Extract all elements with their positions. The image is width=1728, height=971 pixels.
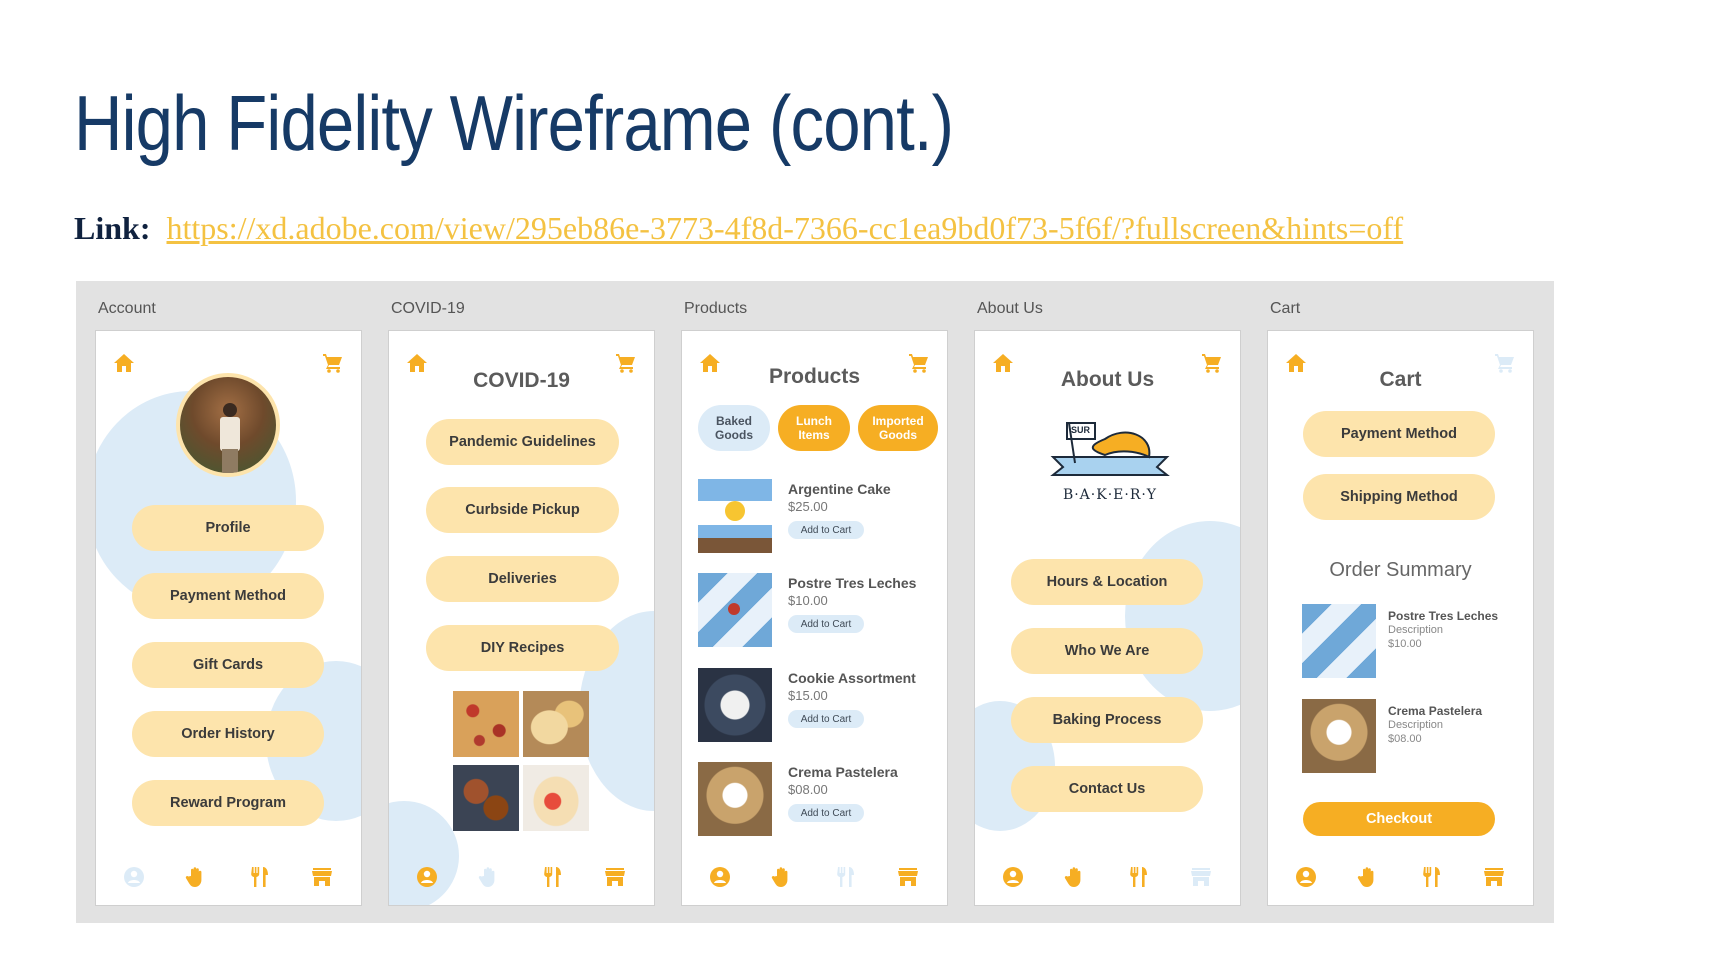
product-name: Crema Pastelera xyxy=(788,764,898,780)
product-name: Postre Tres Leches xyxy=(788,575,917,591)
home-icon[interactable] xyxy=(112,351,136,375)
cart-icon[interactable] xyxy=(321,351,345,375)
hand-icon[interactable] xyxy=(1063,865,1087,889)
fork-knife-icon[interactable] xyxy=(1127,865,1151,889)
logo-wordmark: B·A·K·E·R·Y xyxy=(1062,487,1158,503)
fork-knife-icon[interactable] xyxy=(248,865,272,889)
reward-program-button[interactable]: Reward Program xyxy=(132,780,324,826)
tab-bar xyxy=(96,857,361,897)
screen-title: COVID-19 xyxy=(473,369,570,392)
summary-item-image xyxy=(1302,604,1376,678)
prototype-link[interactable]: https://xd.adobe.com/view/295eb86e-3773-… xyxy=(166,210,1403,246)
account-icon[interactable] xyxy=(415,865,439,889)
pandemic-guidelines-button[interactable]: Pandemic Guidelines xyxy=(426,419,619,465)
about-screen: About Us SUR B·A·K·E·R·Y Hours & Locatio… xyxy=(974,330,1241,906)
filter-baked-goods[interactable]: Baked Goods xyxy=(698,405,770,451)
store-icon[interactable] xyxy=(1189,865,1213,889)
store-icon[interactable] xyxy=(310,865,334,889)
store-icon[interactable] xyxy=(896,865,920,889)
product-image[interactable] xyxy=(698,479,772,553)
screen-title: Cart xyxy=(1379,368,1422,391)
product-image[interactable] xyxy=(698,573,772,647)
product-name: Argentine Cake xyxy=(788,481,891,497)
who-we-are-button[interactable]: Who We Are xyxy=(1011,628,1203,674)
hand-icon[interactable] xyxy=(1356,865,1380,889)
add-to-cart-button[interactable]: Add to Cart xyxy=(788,521,864,539)
add-to-cart-button[interactable]: Add to Cart xyxy=(788,615,864,633)
recipe-photo[interactable] xyxy=(453,765,519,831)
product-price: $25.00 xyxy=(788,499,828,514)
slide-title: High Fidelity Wireframe (cont.) xyxy=(74,79,954,167)
products-screen: Products Baked Goods Lunch Items Importe… xyxy=(681,330,948,906)
gift-cards-button[interactable]: Gift Cards xyxy=(132,642,324,688)
tab-bar xyxy=(682,857,947,897)
croissant-logo-icon xyxy=(1050,422,1170,476)
checkout-button[interactable]: Checkout xyxy=(1303,802,1495,836)
order-summary-title: Order Summary xyxy=(1329,559,1472,581)
recipe-photo[interactable] xyxy=(523,691,589,757)
summary-item-description: Description xyxy=(1388,624,1444,636)
recipe-photo[interactable] xyxy=(523,765,589,831)
product-price: $15.00 xyxy=(788,688,828,703)
hand-icon[interactable] xyxy=(184,865,208,889)
screen-title: About Us xyxy=(1060,368,1155,391)
payment-method-button[interactable]: Payment Method xyxy=(1303,411,1495,457)
product-price: $10.00 xyxy=(788,593,828,608)
caption-cart: Cart xyxy=(1270,300,1301,317)
covid-screen: COVID-19 Pandemic Guidelines Curbside Pi… xyxy=(388,330,655,906)
account-screen: Profile Payment Method Gift Cards Order … xyxy=(95,330,362,906)
fork-knife-icon[interactable] xyxy=(541,865,565,889)
account-icon[interactable] xyxy=(708,865,732,889)
link-row: Link: https://xd.adobe.com/view/295eb86e… xyxy=(74,210,1403,247)
account-icon[interactable] xyxy=(122,865,146,889)
tab-bar xyxy=(975,857,1240,897)
hours-location-button[interactable]: Hours & Location xyxy=(1011,559,1203,605)
fork-knife-icon[interactable] xyxy=(834,865,858,889)
summary-item-price: $10.00 xyxy=(1388,638,1422,650)
diy-recipes-button[interactable]: DIY Recipes xyxy=(426,625,619,671)
store-icon[interactable] xyxy=(1482,865,1506,889)
summary-item-description: Description xyxy=(1388,719,1444,731)
add-to-cart-button[interactable]: Add to Cart xyxy=(788,710,864,728)
order-history-button[interactable]: Order History xyxy=(132,711,324,757)
bakery-logo: SUR B·A·K·E·R·Y xyxy=(1045,417,1175,513)
product-price: $08.00 xyxy=(788,782,828,797)
fork-knife-icon[interactable] xyxy=(1420,865,1444,889)
store-icon[interactable] xyxy=(603,865,627,889)
product-name: Cookie Assortment xyxy=(788,670,916,686)
caption-account: Account xyxy=(98,300,156,317)
caption-products: Products xyxy=(684,300,748,317)
contact-us-button[interactable]: Contact Us xyxy=(1011,766,1203,812)
summary-item-price: $08.00 xyxy=(1388,733,1422,745)
payment-method-button[interactable]: Payment Method xyxy=(132,573,324,619)
deliveries-button[interactable]: Deliveries xyxy=(426,556,619,602)
product-image[interactable] xyxy=(698,668,772,742)
summary-item-name: Crema Pastelera xyxy=(1388,704,1483,718)
filter-lunch-items[interactable]: Lunch Items xyxy=(778,405,850,451)
tab-bar xyxy=(1268,857,1533,897)
hand-icon[interactable] xyxy=(477,865,501,889)
avatar[interactable] xyxy=(176,373,280,477)
shipping-method-button[interactable]: Shipping Method xyxy=(1303,474,1495,520)
caption-covid: COVID-19 xyxy=(391,300,465,317)
screen-title: Products xyxy=(768,365,860,388)
baking-process-button[interactable]: Baking Process xyxy=(1011,697,1203,743)
summary-item-image xyxy=(1302,699,1376,773)
logo-flag-text: SUR xyxy=(1071,425,1091,435)
summary-item-name: Postre Tres Leches xyxy=(1388,609,1499,623)
add-to-cart-button[interactable]: Add to Cart xyxy=(788,804,864,822)
curbside-pickup-button[interactable]: Curbside Pickup xyxy=(426,487,619,533)
tab-bar xyxy=(389,857,654,897)
caption-about: About Us xyxy=(977,300,1043,317)
hand-icon[interactable] xyxy=(770,865,794,889)
product-image[interactable] xyxy=(698,762,772,836)
cart-screen: Cart Payment Method Shipping Method Orde… xyxy=(1267,330,1534,906)
bg-blob xyxy=(1125,521,1240,711)
filter-imported-goods[interactable]: Imported Goods xyxy=(858,405,938,451)
account-icon[interactable] xyxy=(1294,865,1318,889)
link-label: Link: xyxy=(74,210,151,246)
account-icon[interactable] xyxy=(1001,865,1025,889)
recipe-photo[interactable] xyxy=(453,691,519,757)
profile-button[interactable]: Profile xyxy=(132,505,324,551)
